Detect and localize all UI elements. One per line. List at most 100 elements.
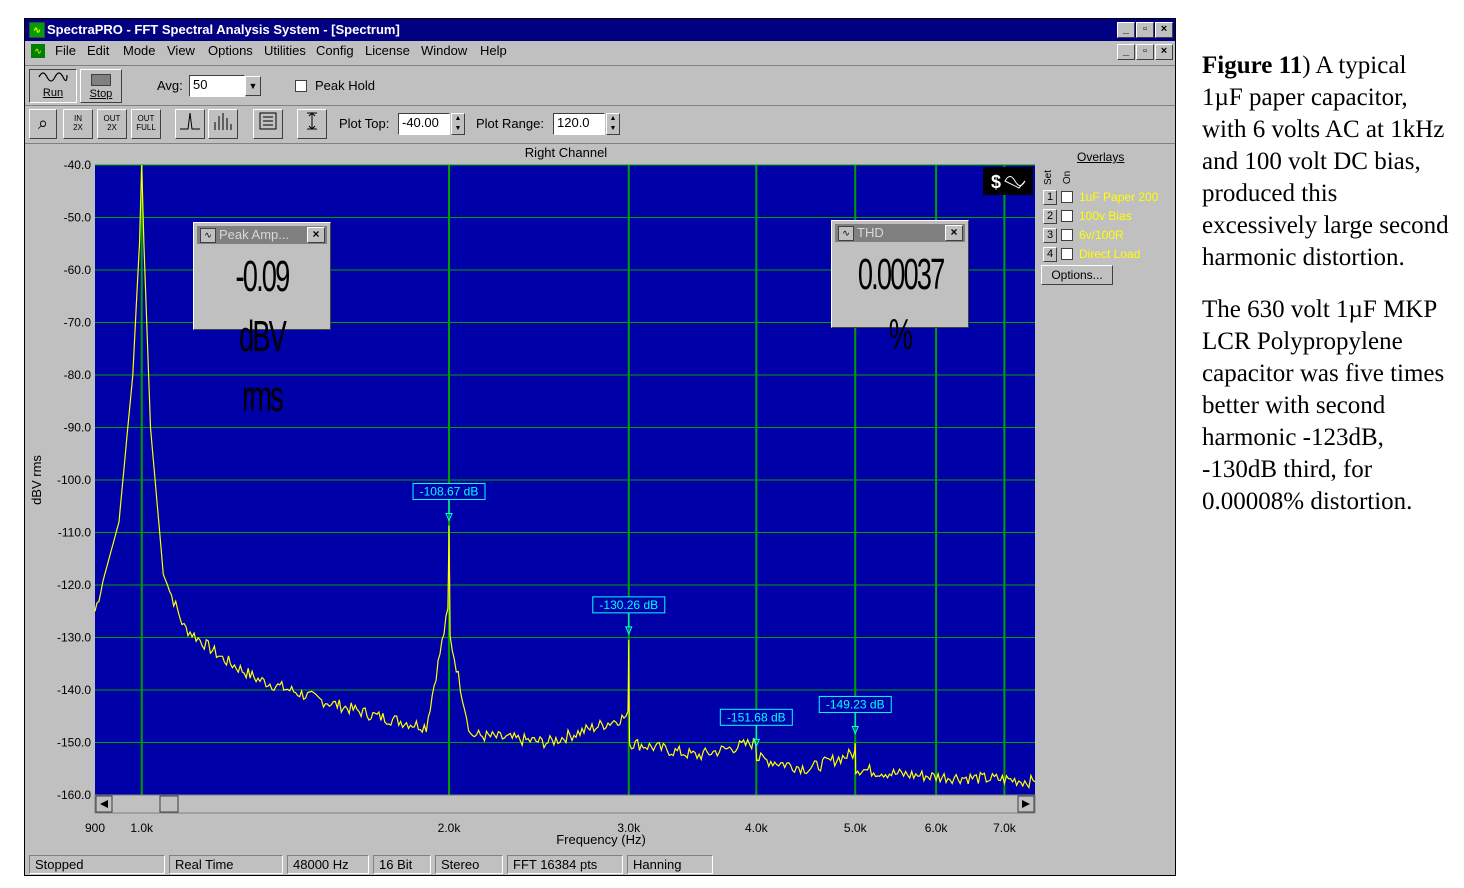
overlay-on-checkbox[interactable] bbox=[1061, 248, 1073, 260]
zoom-out-button[interactable]: OUT 2X bbox=[97, 109, 127, 139]
overlay-set-button[interactable]: 1 bbox=[1043, 190, 1057, 205]
menu-edit[interactable]: Edit bbox=[87, 41, 109, 61]
menu-window[interactable]: Window bbox=[421, 41, 467, 61]
marker-label: -151.68 dB bbox=[727, 710, 786, 724]
avg-select[interactable]: 50 bbox=[189, 75, 245, 97]
plot-top-spinner[interactable]: ▲ ▼ bbox=[451, 113, 465, 135]
y-tick-label: -70.0 bbox=[64, 316, 92, 330]
peak-amp-icon: ∿ bbox=[200, 228, 216, 243]
thd-title: THD bbox=[857, 225, 884, 240]
peak-hold-label: Peak Hold bbox=[315, 78, 375, 93]
zoom-out-label: OUT 2X bbox=[103, 114, 121, 132]
vertical-range-icon bbox=[307, 112, 317, 130]
thd-close-button[interactable]: × bbox=[945, 225, 963, 241]
control-toolbar: Run Stop Avg: 50 ▼ Peak Hold bbox=[25, 65, 1175, 104]
thd-titlebar[interactable]: ∿ THD × bbox=[835, 224, 965, 242]
list-button[interactable] bbox=[253, 109, 283, 139]
x-tick-label: 6.0k bbox=[925, 821, 949, 835]
x-tick-label: 5.0k bbox=[844, 821, 868, 835]
overlay-set-button[interactable]: 2 bbox=[1043, 209, 1057, 224]
avg-dropdown-button[interactable]: ▼ bbox=[245, 76, 261, 96]
figure-caption: Figure 11) A typical 1µF paper capacitor… bbox=[1202, 50, 1452, 538]
run-label: Run bbox=[42, 87, 64, 99]
y-tick-label: -120.0 bbox=[57, 578, 91, 592]
thd-window[interactable]: ∿ THD × 0.00037 % bbox=[831, 220, 969, 359]
channel-label: Right Channel bbox=[525, 145, 607, 160]
y-tick-label: -140.0 bbox=[57, 683, 91, 697]
zoom-full-button[interactable]: OUT FULL bbox=[131, 109, 161, 139]
x-tick-label: 7.0k bbox=[993, 821, 1017, 835]
overlay-set-button[interactable]: 4 bbox=[1043, 247, 1057, 262]
horizontal-scrollbar[interactable] bbox=[94, 794, 1036, 814]
y-tick-label: -150.0 bbox=[57, 736, 91, 750]
peak-amp-titlebar[interactable]: ∿ Peak Amp... × bbox=[197, 226, 327, 244]
stop-label: Stop bbox=[89, 88, 113, 100]
scroll-thumb[interactable] bbox=[159, 795, 179, 813]
overlay-on-checkbox[interactable] bbox=[1061, 210, 1073, 222]
menu-view[interactable]: View bbox=[167, 41, 195, 61]
doc-minimize-button[interactable]: _ bbox=[1117, 44, 1135, 60]
x-tick-label: 2.0k bbox=[438, 821, 462, 835]
peak-amp-title: Peak Amp... bbox=[219, 227, 290, 242]
zoom-full-label: OUT FULL bbox=[136, 114, 156, 132]
status-bar: Stopped Real Time 48000 Hz 16 Bit Stereo… bbox=[25, 853, 1175, 875]
overlays-options-button[interactable]: Options... bbox=[1041, 265, 1113, 285]
menu-file[interactable]: File bbox=[55, 41, 76, 61]
menu-license[interactable]: License bbox=[365, 41, 410, 61]
doc-restore-button[interactable]: ▫ bbox=[1136, 44, 1154, 60]
y-tick-label: -80.0 bbox=[64, 368, 92, 382]
bar-mode-button[interactable] bbox=[208, 109, 238, 139]
list-icon bbox=[259, 112, 277, 130]
y-tick-label: -100.0 bbox=[57, 473, 91, 487]
logo-glyph: $ bbox=[991, 172, 1001, 192]
magnify-icon[interactable]: ⌕ bbox=[29, 109, 57, 139]
caption-paragraph-1: Figure 11) A typical 1µF paper capacitor… bbox=[1202, 50, 1452, 274]
status-bit-depth: 16 Bit bbox=[373, 855, 431, 874]
sine-icon bbox=[38, 72, 68, 82]
menu-options[interactable]: Options bbox=[208, 41, 253, 61]
stop-button[interactable]: Stop bbox=[80, 69, 122, 103]
overlay-label: 100v Bias bbox=[1079, 209, 1132, 223]
peak-amp-window[interactable]: ∿ Peak Amp... × -0.09 dBV rms bbox=[193, 222, 331, 421]
x-tick-label: 1.0k bbox=[130, 821, 154, 835]
plot-top-field[interactable]: -40.00 bbox=[398, 113, 450, 135]
y-tick-label: -110.0 bbox=[58, 526, 91, 540]
peak-amp-close-button[interactable]: × bbox=[307, 227, 325, 243]
minimize-button[interactable]: _ bbox=[1117, 22, 1135, 38]
run-button[interactable]: Run bbox=[29, 69, 77, 103]
range-button[interactable] bbox=[297, 109, 327, 139]
overlay-set-button[interactable]: 3 bbox=[1043, 228, 1057, 243]
document-icon[interactable]: ∿ bbox=[31, 44, 45, 58]
stop-icon bbox=[91, 74, 111, 86]
menu-help[interactable]: Help bbox=[480, 41, 507, 61]
line-mode-button[interactable] bbox=[175, 109, 205, 139]
status-mode: Real Time bbox=[169, 855, 283, 874]
app-icon[interactable]: ∿ bbox=[29, 22, 45, 38]
overlays-options-label: Options... bbox=[1051, 268, 1103, 282]
menu-utilities[interactable]: Utilities bbox=[264, 41, 306, 61]
menu-config[interactable]: Config bbox=[316, 41, 354, 61]
overlay-on-checkbox[interactable] bbox=[1061, 191, 1073, 203]
overlays-set-header: Set bbox=[1043, 169, 1055, 186]
status-sample-rate: 48000 Hz bbox=[287, 855, 369, 874]
peak-amp-value: -0.09 dBV rms bbox=[235, 252, 291, 421]
plot-range-spinner[interactable]: ▲ ▼ bbox=[606, 113, 620, 135]
close-button[interactable]: × bbox=[1155, 22, 1173, 38]
plot-range-field[interactable]: 120.0 bbox=[553, 113, 605, 135]
status-state: Stopped bbox=[29, 855, 165, 874]
doc-close-button[interactable]: × bbox=[1155, 44, 1173, 60]
marker-label: -130.26 dB bbox=[599, 598, 658, 612]
overlay-label: 6v/100R bbox=[1079, 228, 1124, 242]
zoom-in-button[interactable]: IN 2X bbox=[63, 109, 93, 139]
peak-hold-checkbox[interactable] bbox=[295, 80, 307, 92]
caption-text-1: ) A typical 1µF paper capacitor, with 6 … bbox=[1202, 52, 1449, 271]
overlay-on-checkbox[interactable] bbox=[1061, 229, 1073, 241]
menu-bar: ∿ File Edit Mode View Options Utilities … bbox=[25, 41, 1175, 61]
y-tick-labels: -40.0 -50.0 -60.0 -70.0 -80.0 -90.0 -100.0 -110… bbox=[57, 158, 91, 802]
restore-button[interactable]: ▫ bbox=[1136, 22, 1154, 38]
menu-mode[interactable]: Mode bbox=[123, 41, 156, 61]
figure-label: Figure 11 bbox=[1202, 52, 1303, 79]
marker-label: -149.23 dB bbox=[826, 697, 885, 711]
plot-range-value: 120.0 bbox=[557, 115, 590, 130]
plot-area: Right Channel -40.0 -50.0 -60.0 -70.0 -80.0-… bbox=[25, 143, 1175, 854]
